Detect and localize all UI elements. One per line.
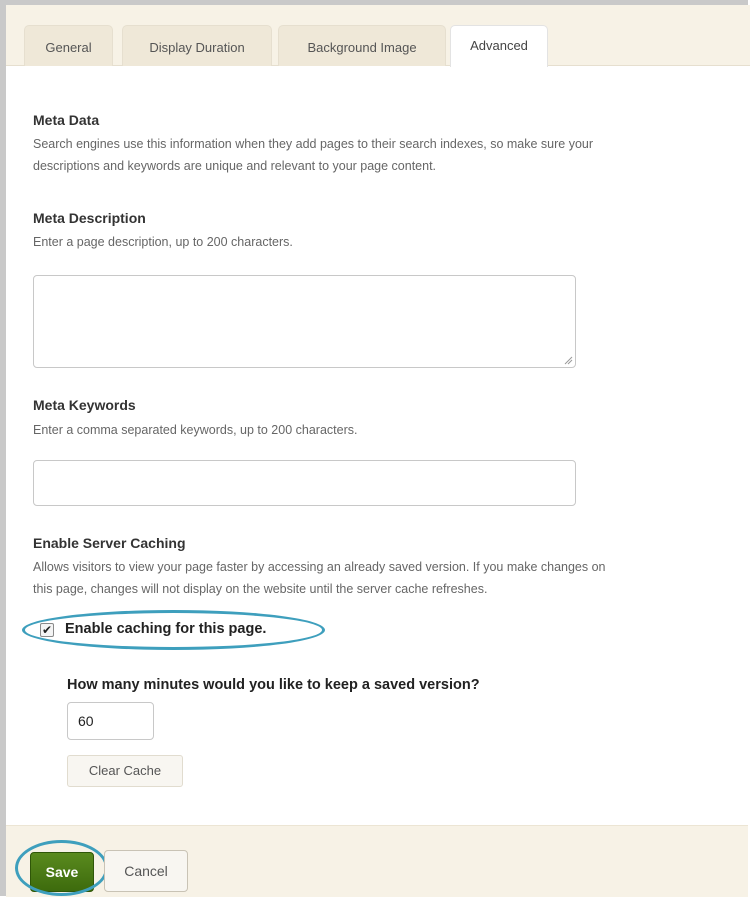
tab-general[interactable]: General	[24, 25, 113, 66]
server-caching-heading: Enable Server Caching	[33, 535, 186, 551]
meta-description-help: Enter a page description, up to 200 char…	[33, 235, 293, 249]
clear-cache-button[interactable]: Clear Cache	[67, 755, 183, 787]
cache-minutes-input[interactable]	[67, 702, 154, 740]
meta-data-help-line-1: Search engines use this information when…	[33, 137, 594, 151]
cache-minutes-label: How many minutes would you like to keep …	[67, 677, 480, 693]
meta-description-field[interactable]	[33, 275, 576, 368]
meta-description-heading: Meta Description	[33, 210, 146, 226]
save-highlight-oval	[15, 840, 108, 896]
server-caching-help-line-2: this page, changes will not display on t…	[33, 582, 488, 596]
cancel-button[interactable]: Cancel	[104, 850, 188, 892]
meta-data-help-line-2: descriptions and keywords are unique and…	[33, 159, 437, 173]
meta-data-heading: Meta Data	[33, 112, 100, 128]
resize-grip-icon[interactable]	[563, 355, 573, 365]
meta-keywords-heading: Meta Keywords	[33, 397, 136, 413]
meta-keywords-help: Enter a comma separated keywords, up to …	[33, 423, 358, 437]
tab-bar: General Display Duration Background Imag…	[6, 5, 750, 67]
tab-display-duration[interactable]: Display Duration	[122, 25, 272, 66]
server-caching-help-line-1: Allows visitors to view your page faster…	[33, 560, 606, 574]
enable-caching-label[interactable]: Enable caching for this page.	[65, 621, 266, 637]
enable-caching-checkbox[interactable]: ✔	[40, 623, 54, 637]
meta-keywords-field[interactable]	[33, 460, 576, 506]
tab-advanced[interactable]: Advanced	[450, 25, 548, 67]
tab-background-image[interactable]: Background Image	[278, 25, 446, 66]
